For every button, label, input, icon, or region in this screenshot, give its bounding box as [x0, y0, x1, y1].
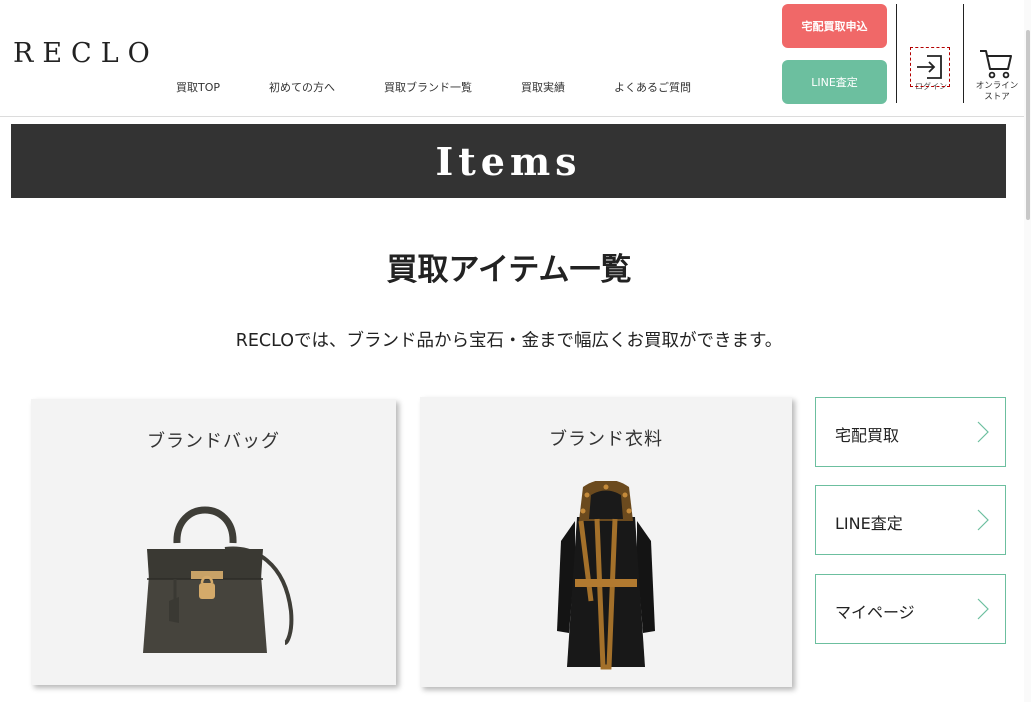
page-lead: RECLOでは、ブランド品から宝石・金まで幅広くお買取ができます。 — [235, 331, 783, 351]
banner-title: Items — [435, 138, 582, 184]
coat-image — [557, 481, 655, 670]
nav-item-top[interactable]: 買取TOP — [176, 79, 220, 95]
category-card-brand-bag[interactable]: ブランドバッグ — [31, 399, 396, 685]
card-title: ブランドバッグ — [147, 431, 280, 452]
main-nav: 買取TOP 初めての方へ 買取ブランド一覧 買取実績 よくあるご質問 — [176, 79, 740, 95]
items-banner: Items — [11, 124, 1006, 198]
site-logo[interactable]: RECLO — [13, 38, 159, 69]
chevron-right-icon — [977, 509, 989, 531]
scrollbar-thumb[interactable] — [1026, 30, 1030, 220]
nav-item-brand-list[interactable]: 買取ブランド一覧 — [384, 79, 472, 95]
page-title: 買取アイテム一覧 — [386, 252, 632, 288]
handbag-image — [143, 506, 294, 653]
side-link-mypage[interactable]: マイページ — [815, 574, 1006, 644]
nav-item-results[interactable]: 買取実績 — [521, 79, 565, 95]
card-title: ブランド衣料 — [549, 429, 663, 450]
login-icon — [917, 55, 942, 79]
online-store-label[interactable]: オンライン ストア — [968, 81, 1026, 103]
line-appraisal-button[interactable]: LINE査定 — [782, 60, 887, 104]
chevron-right-icon — [977, 598, 989, 620]
site-header: RECLO 買取TOP 初めての方へ 買取ブランド一覧 買取実績 よくあるご質問… — [0, 0, 1031, 117]
side-link-delivery-purchase[interactable]: 宅配買取 — [815, 397, 1006, 467]
cart-icon[interactable] — [979, 48, 1013, 80]
nav-item-faq[interactable]: よくあるご質問 — [614, 79, 691, 95]
header-divider — [896, 4, 897, 103]
chevron-right-icon — [977, 421, 989, 443]
category-card-brand-clothing[interactable]: ブランド衣料 — [420, 397, 792, 687]
login-button[interactable] — [910, 47, 950, 87]
header-divider-2 — [963, 4, 964, 103]
delivery-purchase-apply-button[interactable]: 宅配買取申込 — [782, 4, 887, 48]
side-link-line-appraisal[interactable]: LINE査定 — [815, 485, 1006, 555]
nav-item-first-time[interactable]: 初めての方へ — [269, 79, 335, 95]
